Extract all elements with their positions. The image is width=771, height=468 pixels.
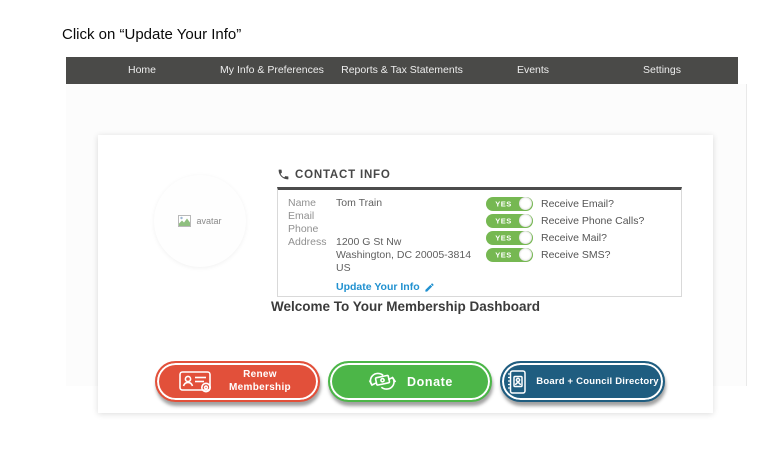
phone-icon — [277, 168, 290, 181]
field-value-name: Tom Train — [336, 197, 471, 210]
hand-donation-icon — [367, 368, 398, 395]
dashboard-card: avatar CONTACT INFO Name Email Phone Add… — [98, 135, 713, 413]
donate-button[interactable]: Donate — [328, 361, 492, 402]
toggle-state-label: YES — [488, 233, 519, 242]
avatar-alt-text: avatar — [196, 216, 221, 226]
receive-sms-toggle[interactable]: YES — [486, 248, 533, 262]
field-value-phone — [336, 223, 471, 236]
toggle-knob — [519, 248, 532, 261]
nav-item-home[interactable]: Home — [128, 57, 156, 84]
nav-item-events[interactable]: Events — [517, 57, 549, 84]
broken-image-icon — [178, 215, 191, 227]
field-label-name: Name — [288, 197, 327, 210]
receive-phone-calls-toggle[interactable]: YES — [486, 214, 533, 228]
toggle-state-label: YES — [488, 216, 519, 225]
toggle-row-receive-mail: YES Receive Mail? — [486, 229, 644, 246]
receive-sms-label: Receive SMS? — [541, 249, 610, 261]
update-your-info-link-label: Update Your Info — [336, 281, 420, 293]
toggle-knob — [519, 214, 532, 227]
welcome-heading: Welcome To Your Membership Dashboard — [98, 299, 713, 314]
board-council-directory-label: Board + Council Directory — [536, 376, 658, 387]
contact-info-title: CONTACT INFO — [295, 169, 391, 181]
toggle-state-label: YES — [488, 250, 519, 259]
site-screenshot-frame: Home My Info & Preferences Reports & Tax… — [66, 57, 747, 386]
field-label-phone: Phone — [288, 223, 327, 236]
receive-mail-toggle[interactable]: YES — [486, 231, 533, 245]
contact-field-labels: Name Email Phone Address — [288, 197, 327, 249]
field-label-address: Address — [288, 236, 327, 249]
avatar: avatar — [154, 175, 246, 267]
nav-item-my-info-preferences[interactable]: My Info & Preferences — [220, 57, 324, 84]
toggle-row-receive-phone-calls: YES Receive Phone Calls? — [486, 212, 644, 229]
contact-info-header: CONTACT INFO — [277, 168, 391, 181]
preference-toggles: YES Receive Email? YES Receive Phone Cal… — [486, 195, 644, 263]
membership-card-icon — [178, 369, 214, 395]
receive-phone-calls-label: Receive Phone Calls? — [541, 215, 644, 227]
renew-membership-label: Renew Membership — [223, 369, 297, 394]
contact-info-box: Name Email Phone Address Tom Train 1200 … — [277, 187, 682, 297]
field-value-address: 1200 G St Nw Washington, DC 20005-3814 U… — [336, 236, 471, 275]
receive-email-label: Receive Email? — [541, 198, 614, 210]
toggle-knob — [519, 197, 532, 210]
update-your-info-link[interactable]: Update Your Info — [336, 281, 435, 293]
field-label-email: Email — [288, 210, 327, 223]
board-council-directory-button[interactable]: Board + Council Directory — [500, 361, 665, 402]
contact-field-values: Tom Train 1200 G St Nw Washington, DC 20… — [336, 197, 471, 275]
page-background: avatar CONTACT INFO Name Email Phone Add… — [66, 84, 747, 386]
receive-mail-label: Receive Mail? — [541, 232, 607, 244]
toggle-state-label: YES — [488, 199, 519, 208]
directory-notebook-icon — [506, 369, 527, 395]
donate-label: Donate — [407, 375, 453, 389]
toggle-row-receive-sms: YES Receive SMS? — [486, 246, 644, 263]
toggle-row-receive-email: YES Receive Email? — [486, 195, 644, 212]
field-value-email — [336, 210, 471, 223]
pencil-icon — [424, 282, 435, 293]
nav-item-reports-tax[interactable]: Reports & Tax Statements — [341, 57, 463, 84]
renew-membership-button[interactable]: Renew Membership — [155, 361, 320, 402]
nav-item-settings[interactable]: Settings — [643, 57, 681, 84]
toggle-knob — [519, 231, 532, 244]
instruction-text: Click on “Update Your Info” — [62, 26, 241, 43]
receive-email-toggle[interactable]: YES — [486, 197, 533, 211]
top-navbar: Home My Info & Preferences Reports & Tax… — [66, 57, 738, 84]
